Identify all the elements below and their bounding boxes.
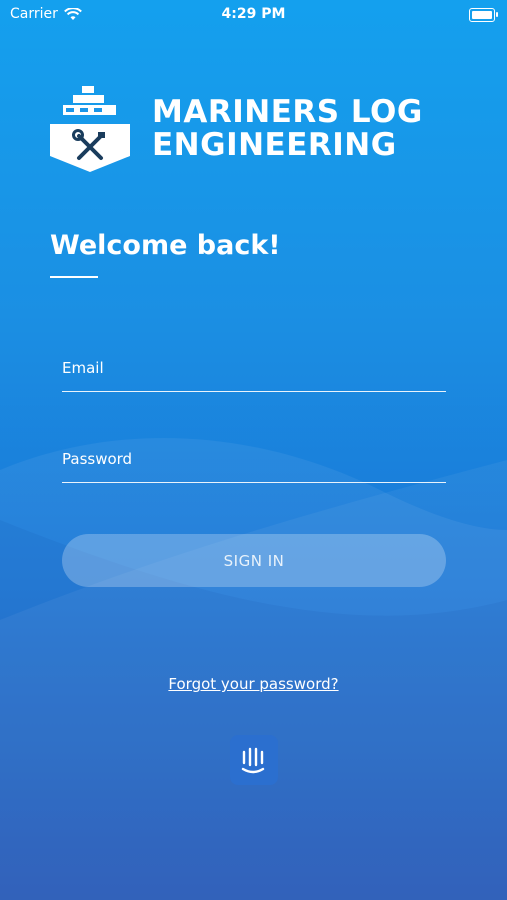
intercom-chat-icon[interactable] xyxy=(230,735,278,785)
email-field[interactable]: Email xyxy=(62,359,446,392)
welcome-heading: Welcome back! xyxy=(50,230,281,261)
status-bar: Carrier 4:29 PM xyxy=(0,0,507,28)
logo-line-1: MARINERS LOG xyxy=(152,94,423,130)
forgot-password-link[interactable]: Forgot your password? xyxy=(0,675,507,693)
welcome-underline xyxy=(50,276,98,278)
battery-icon xyxy=(469,8,498,22)
status-time: 4:29 PM xyxy=(221,6,286,22)
sign-in-button[interactable]: SIGN IN xyxy=(62,534,446,587)
logo-line-2: ENGINEERING xyxy=(152,127,397,163)
password-field[interactable]: Password xyxy=(62,450,446,483)
email-field-underline xyxy=(62,391,446,392)
chat-glyph-icon xyxy=(241,747,265,774)
password-field-label: Password xyxy=(62,450,133,468)
password-field-underline xyxy=(62,482,446,483)
email-field-label: Email xyxy=(62,359,104,377)
login-screen: Carrier 4:29 PM MARINERS LOG ENGINEERING… xyxy=(0,0,507,900)
app-logo: MARINERS LOG ENGINEERING xyxy=(50,86,423,172)
ship-wrench-icon xyxy=(50,86,130,172)
